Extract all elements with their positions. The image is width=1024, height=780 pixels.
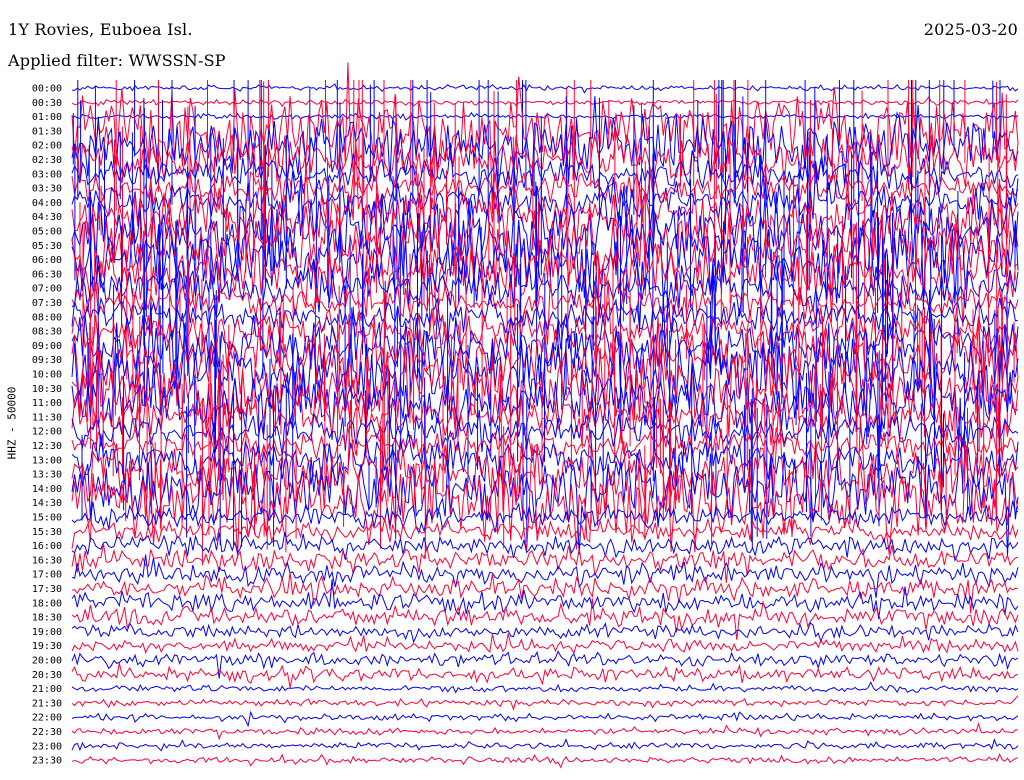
time-tick-label: 00:00 — [32, 84, 62, 95]
time-tick-label: 20:30 — [32, 670, 62, 681]
time-tick-label: 15:00 — [32, 513, 62, 524]
time-tick-label: 21:00 — [32, 684, 62, 695]
trace-row-2200 — [71, 710, 1019, 728]
time-tick-label: 07:00 — [32, 284, 62, 295]
time-tick-label: 19:30 — [32, 641, 62, 652]
time-tick-label: 10:00 — [32, 370, 62, 381]
trace-row-2130 — [71, 695, 1019, 712]
time-tick-label: 09:30 — [32, 355, 62, 366]
time-tick-label: 03:30 — [32, 184, 62, 195]
trace-row-2330 — [71, 752, 1019, 769]
time-tick-label: 02:30 — [32, 155, 62, 166]
time-tick-label: 05:30 — [32, 241, 62, 252]
time-tick-label: 21:30 — [32, 698, 62, 709]
trace-row-2030 — [71, 662, 1019, 688]
time-tick-label: 06:00 — [32, 255, 62, 266]
trace-row-2100 — [71, 681, 1019, 694]
time-tick-label: 07:30 — [32, 298, 62, 309]
time-tick-label: 08:30 — [32, 327, 62, 338]
trace-layer — [71, 62, 1019, 769]
time-tick-label: 18:30 — [32, 613, 62, 624]
time-tick-label: 16:30 — [32, 555, 62, 566]
time-tick-label: 04:00 — [32, 198, 62, 209]
time-tick-label: 10:30 — [32, 384, 62, 395]
time-tick-label: 23:00 — [32, 741, 62, 752]
time-tick-label: 11:00 — [32, 398, 62, 409]
time-tick-label: 13:30 — [32, 470, 62, 481]
time-tick-label: 12:30 — [32, 441, 62, 452]
y-axis-label: HHZ - 50000 — [5, 386, 19, 460]
time-tick-label: 09:00 — [32, 341, 62, 352]
trace-row-2300 — [71, 738, 1019, 752]
trace-row-1900 — [71, 622, 1019, 644]
time-tick-label: 06:30 — [32, 269, 62, 280]
time-tick-label: 02:00 — [32, 141, 62, 152]
time-tick-label: 01:00 — [32, 112, 62, 123]
time-tick-label: 17:30 — [32, 584, 62, 595]
time-tick-label: 04:30 — [32, 212, 62, 223]
time-tick-label: 20:00 — [32, 656, 62, 667]
time-tick-label: 01:30 — [32, 126, 62, 137]
time-tick-label: 00:30 — [32, 98, 62, 109]
helicorder-plot: 00:00 00:30 01:00 01:30 02:00 02:30 03:00 03:30… — [32, 62, 1019, 769]
time-tick-label: 08:00 — [32, 312, 62, 323]
time-tick-label: 15:30 — [32, 527, 62, 538]
time-tick-label: 17:00 — [32, 570, 62, 581]
time-tick-label: 12:00 — [32, 427, 62, 438]
time-tick-label: 14:00 — [32, 484, 62, 495]
time-tick-label: 13:00 — [32, 455, 62, 466]
trace-row-0030 — [71, 96, 1019, 108]
trace-row-2230 — [71, 722, 1019, 741]
trace-row-0000 — [71, 83, 1019, 94]
trace-row-1630 — [71, 543, 1019, 583]
time-tick-label: 14:30 — [32, 498, 62, 509]
time-tick-label: 11:30 — [32, 412, 62, 423]
time-tick-labels: 00:00 00:30 01:00 01:30 02:00 02:30 03:00 03:30… — [32, 84, 62, 767]
time-tick-label: 19:00 — [32, 627, 62, 638]
time-tick-label: 22:00 — [32, 713, 62, 724]
time-tick-label: 22:30 — [32, 727, 62, 738]
time-tick-label: 05:00 — [32, 227, 62, 238]
time-tick-label: 03:00 — [32, 169, 62, 180]
time-tick-label: 18:00 — [32, 598, 62, 609]
time-tick-label: 23:30 — [32, 756, 62, 767]
time-tick-label: 16:00 — [32, 541, 62, 552]
